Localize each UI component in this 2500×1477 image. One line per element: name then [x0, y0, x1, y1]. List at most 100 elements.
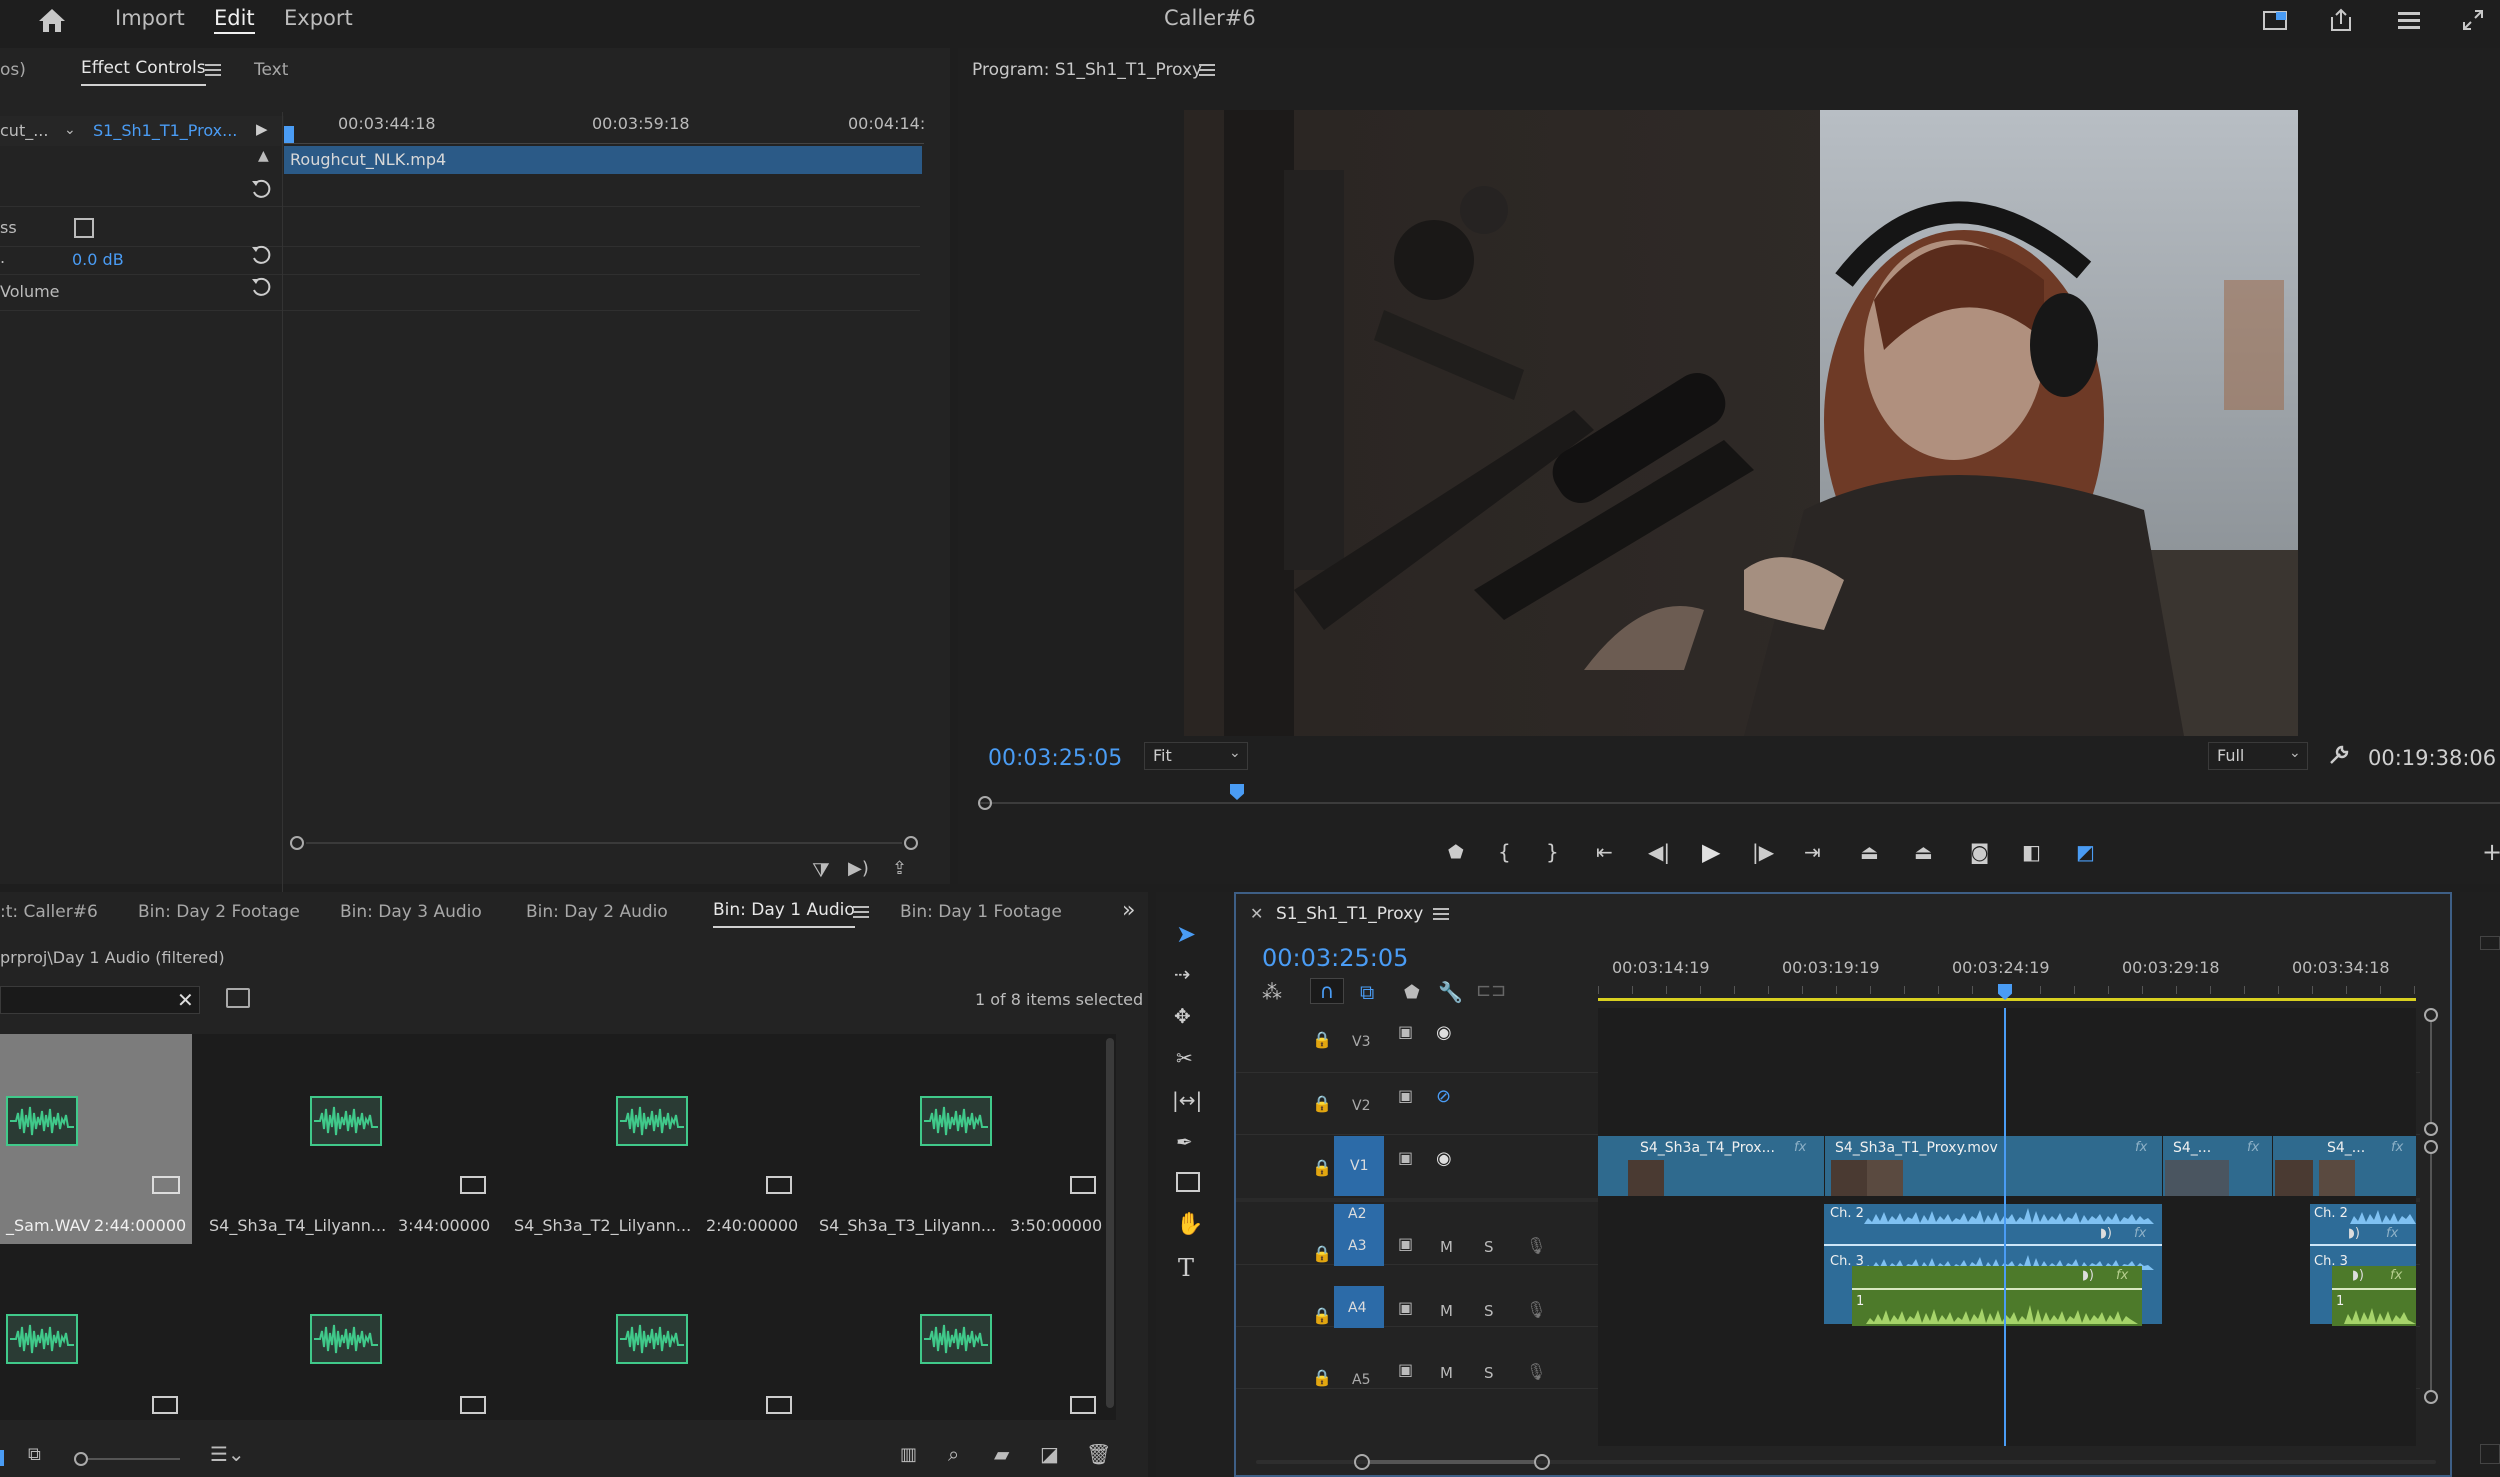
sequence-tab[interactable]: S1_Sh1_T1_Proxy — [1276, 904, 1423, 924]
fx-badge[interactable]: fx — [2391, 1140, 2403, 1155]
fx-badge[interactable]: fx — [2247, 1140, 2259, 1155]
collapse-arrow-icon[interactable]: ▲ — [258, 148, 269, 164]
tab-bin-day1-footage[interactable]: Bin: Day 1 Footage — [900, 902, 1062, 922]
tab-bin-day1-audio[interactable]: Bin: Day 1 Audio — [713, 900, 855, 928]
fx-badge[interactable]: fx — [2134, 1226, 2146, 1241]
toggle-sync-lock-icon[interactable]: ▣ — [1398, 1148, 1413, 1167]
mark-in-icon[interactable]: { — [1498, 840, 1511, 864]
timeline-vertical-scrollbar[interactable] — [2420, 1008, 2444, 1448]
proxy-toggle-icon[interactable]: ◩ — [2076, 840, 2095, 864]
linked-selection-icon[interactable]: ⧉ — [1360, 980, 1374, 1004]
lift-icon[interactable]: ⏏ — [1860, 840, 1879, 864]
menu-export[interactable]: Export — [284, 6, 353, 30]
bin-item[interactable]: _Sam.WAV 2:44:00000 — [0, 1034, 192, 1244]
microphone-icon[interactable]: 🎙 — [1526, 1300, 1546, 1319]
timeline-timecode[interactable]: 00:03:25:05 — [1262, 944, 1408, 972]
mute-button[interactable]: M — [1440, 1302, 1453, 1320]
program-menu-icon[interactable] — [1196, 60, 1218, 80]
bin-item[interactable] — [0, 1252, 192, 1420]
program-scrub-bar[interactable] — [978, 784, 2500, 812]
microphone-icon[interactable]: 🎙 — [1526, 1362, 1546, 1381]
add-button-icon[interactable]: + — [2482, 838, 2500, 866]
sequence-link[interactable]: S1_Sh1_T1_Prox... — [93, 121, 237, 140]
filter-icon[interactable]: ⧩ — [812, 858, 830, 882]
tab-bin-day2-footage[interactable]: Bin: Day 2 Footage — [138, 902, 300, 922]
audio-clip[interactable]: ◗) fx 1 — [1852, 1266, 2142, 1326]
slip-tool-icon[interactable]: |↔| — [1172, 1088, 1202, 1112]
track-select-tool-icon[interactable]: ⇢ — [1174, 962, 1191, 986]
bin-item[interactable] — [510, 1252, 802, 1420]
lock-icon[interactable]: 🔒 — [1312, 1306, 1332, 1325]
nest-toggle-icon[interactable]: ⁂ — [1262, 980, 1282, 1004]
bin-item[interactable]: S4_Sh3a_T4_Lilyann... 3:44:00000 — [206, 1034, 498, 1244]
audio-keyframe-icon[interactable]: ◗) — [2348, 1226, 2360, 1241]
fx-badge[interactable]: fx — [2390, 1268, 2402, 1283]
extract-icon[interactable]: ⏏ — [1914, 840, 1933, 864]
solo-button[interactable]: S — [1484, 1238, 1494, 1256]
track-target-v1[interactable]: V1 — [1334, 1136, 1384, 1196]
chevron-down-icon[interactable]: ⌄ — [64, 122, 76, 138]
tab-text[interactable]: Text — [254, 60, 288, 80]
bin-item[interactable]: S4_Sh3a_T3_Lilyann... 3:50:00000 — [816, 1034, 1108, 1244]
audio-keyframe-icon[interactable]: ◗) — [2100, 1226, 2112, 1241]
play-triangle-icon[interactable]: ▶ — [256, 120, 268, 138]
mute-button[interactable]: M — [1440, 1238, 1453, 1256]
timeline-ruler[interactable]: 00:03:14:19 00:03:19:19 00:03:24:19 00:0… — [1598, 958, 2420, 1004]
rectangle-tool-icon[interactable] — [1176, 1172, 1200, 1192]
more-tabs-icon[interactable]: » — [1122, 898, 1135, 923]
go-to-out-icon[interactable]: ⇥ — [1804, 840, 1821, 864]
fx-badge[interactable]: fx — [2116, 1268, 2128, 1283]
video-clip[interactable]: S4_Sh3a_T1_Proxy.mov fx — [1824, 1136, 2162, 1196]
solo-button[interactable]: S — [1484, 1364, 1494, 1382]
lock-icon[interactable]: 🔒 — [1312, 1368, 1332, 1387]
ec-clip-bar[interactable]: Roughcut_NLK.mp4 — [284, 146, 922, 174]
fx-badge[interactable]: fx — [1794, 1140, 1806, 1155]
razor-tool-icon[interactable]: ✂ — [1176, 1046, 1193, 1070]
video-clip[interactable]: S4_Sh3a_T4_Prox... fx — [1598, 1136, 1824, 1196]
timeline-horizontal-scrollbar[interactable] — [1256, 1454, 2436, 1470]
fullscreen-icon[interactable] — [2456, 4, 2490, 36]
clear-search-icon[interactable]: ✕ — [177, 988, 194, 1012]
export-icon[interactable]: ⇪ — [892, 858, 907, 879]
menu-import[interactable]: Import — [115, 6, 185, 30]
bin-tab-menu-icon[interactable] — [850, 902, 872, 922]
video-clip[interactable]: S4_... fx — [2272, 1136, 2416, 1196]
step-back-icon[interactable]: ◀| — [1648, 840, 1670, 864]
automate-to-sequence-icon[interactable]: ▥ — [900, 1444, 917, 1465]
sort-icon[interactable]: ☰⌄ — [210, 1442, 245, 1466]
add-marker-icon[interactable]: ⬟ — [1448, 842, 1464, 863]
track-target-a2[interactable]: A2 — [1334, 1204, 1384, 1224]
tab-menu-icon[interactable] — [202, 60, 224, 80]
mute-button[interactable]: M — [1440, 1364, 1453, 1382]
snap-icon[interactable]: ∩ — [1310, 978, 1344, 1004]
type-tool-icon[interactable]: T — [1178, 1254, 1194, 1282]
timeline-settings-icon[interactable]: 🔧 — [1438, 980, 1463, 1004]
microphone-icon[interactable]: 🎙 — [1526, 1236, 1546, 1255]
add-marker-icon[interactable]: ⬟ — [1404, 982, 1420, 1003]
bin-item[interactable] — [206, 1252, 498, 1420]
search-input[interactable]: ✕ — [0, 986, 200, 1014]
tab-project[interactable]: :t: Caller#6 — [0, 902, 98, 922]
toggle-sync-lock-icon[interactable]: ▣ — [1398, 1298, 1413, 1317]
ec-playhead-icon[interactable] — [284, 126, 294, 144]
program-playhead-icon[interactable] — [1230, 784, 1244, 800]
lock-icon[interactable]: 🔒 — [1312, 1094, 1332, 1113]
workspaces-icon[interactable] — [2258, 4, 2292, 36]
lock-icon[interactable]: 🔒 — [1312, 1244, 1332, 1263]
wrench-icon[interactable] — [2326, 742, 2352, 768]
bin-scrollbar[interactable] — [1106, 1038, 1114, 1408]
lock-icon[interactable]: 🔒 — [1312, 1030, 1332, 1049]
freeform-view-icon[interactable]: ⧉ — [28, 1444, 41, 1465]
bin-item[interactable] — [816, 1252, 1108, 1420]
toggle-sync-lock-icon[interactable]: ▣ — [1398, 1022, 1413, 1041]
step-forward-icon[interactable]: |▶ — [1752, 840, 1774, 864]
fx-badge[interactable]: fx — [2135, 1140, 2147, 1155]
program-current-timecode[interactable]: 00:03:25:05 — [988, 746, 1122, 771]
new-bin-icon[interactable]: ▰ — [994, 1442, 1009, 1466]
hand-tool-icon[interactable]: ✋ — [1176, 1212, 1203, 1237]
reset-volume-icon[interactable] — [250, 276, 272, 298]
solo-button[interactable]: S — [1484, 1302, 1494, 1320]
captions-icon[interactable]: ⊏⊐ — [1476, 980, 1506, 1001]
eye-icon[interactable]: ◉ — [1436, 1022, 1452, 1043]
toggle-sync-lock-icon[interactable]: ▣ — [1398, 1360, 1413, 1379]
